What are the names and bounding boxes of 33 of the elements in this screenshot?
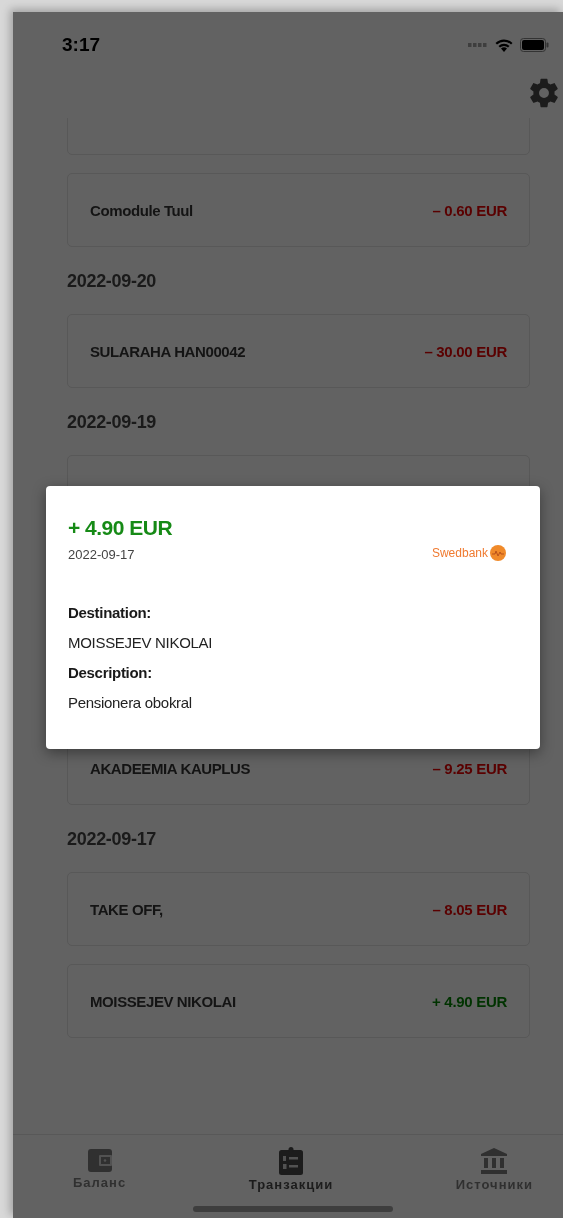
detail-date: 2022-09-17 — [68, 547, 136, 562]
settings-icon[interactable] — [527, 76, 561, 110]
payee-name: MOISSEJEV NIKOLAI — [90, 992, 236, 1010]
field-value: Pensionera obokral — [68, 694, 193, 713]
clipboard-list-icon — [277, 1147, 304, 1175]
amount: – 0.60 EUR — [432, 201, 507, 219]
bank-icon — [480, 1147, 509, 1175]
bank-logo: Swedbank — [431, 545, 506, 561]
payee-name: Comodule Tuul — [90, 201, 193, 219]
wifi-icon — [494, 37, 514, 53]
amount: – 8.05 EUR — [432, 900, 507, 918]
amount: – 30.00 EUR — [424, 342, 507, 360]
amount: + 4.90 EUR — [432, 992, 507, 1010]
tab[interactable]: Транзакции — [248, 1147, 334, 1199]
transaction-card[interactable]: Comodule Tuul – 0.60 EUR — [67, 173, 530, 247]
detail-amount: + 4.90 EUR — [68, 516, 173, 540]
payee-name: TAKE OFF, — [90, 900, 163, 918]
wallet-icon — [86, 1147, 113, 1173]
battery-icon — [520, 38, 549, 52]
date-heading: 2022-09-20 — [67, 271, 158, 292]
clock-time: 3:17 — [62, 34, 101, 56]
field-label: Description: — [68, 664, 153, 683]
payee-name: AKADEEMIA KAUPLUS — [90, 759, 251, 777]
field-label: Destination: — [68, 604, 153, 623]
amount: – 9.25 EUR — [432, 759, 507, 777]
transaction-card[interactable]: MOISSEJEV NIKOLAI + 4.90 EUR — [67, 964, 530, 1038]
signal-icon — [468, 42, 488, 48]
date-heading: 2022-09-19 — [67, 412, 158, 433]
field-value: MOISSEJEV NIKOLAI — [68, 634, 214, 653]
transaction-card[interactable]: SULARAHA HAN00042 – 30.00 EUR — [67, 314, 530, 388]
payee-name: SULARAHA HAN00042 — [90, 342, 246, 360]
transaction-card[interactable]: TAKE OFF, – 8.05 EUR — [67, 872, 530, 946]
date-heading: 2022-09-17 — [67, 829, 158, 850]
